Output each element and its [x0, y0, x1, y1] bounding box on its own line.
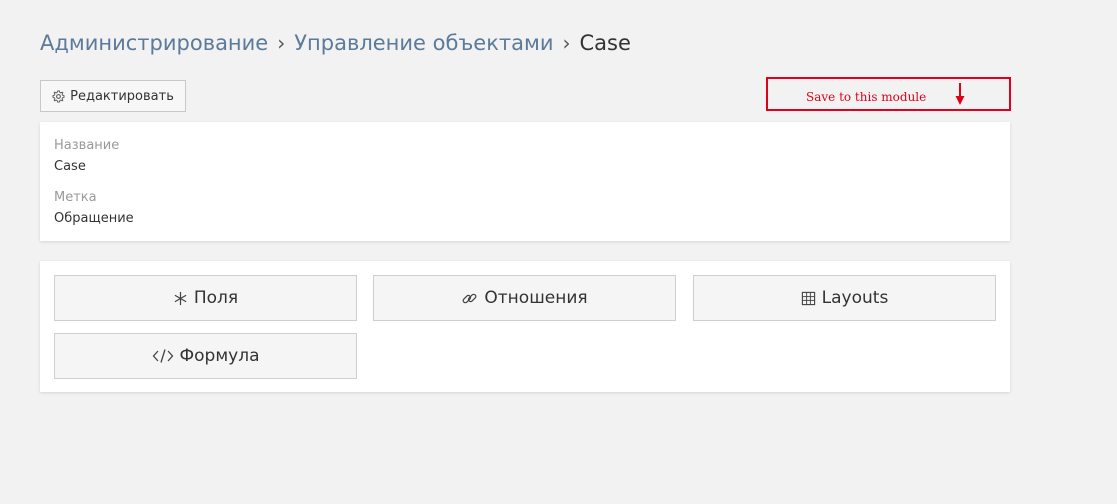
breadcrumb-link-administration[interactable]: Администрирование [40, 29, 268, 57]
relationships-button[interactable]: Отношения [373, 275, 676, 321]
annotation-text: Save to this module [806, 90, 927, 104]
fields-button-label: Поля [193, 288, 239, 308]
details-panel: Название Case Метка Обращение [40, 122, 1010, 241]
breadcrumb-current: Case [579, 31, 631, 55]
link-icon [461, 290, 478, 307]
breadcrumb-separator: › [277, 31, 286, 55]
gear-icon [52, 90, 65, 102]
formula-button[interactable]: Формула [54, 333, 357, 379]
breadcrumb-separator: › [562, 31, 571, 55]
edit-button[interactable]: Редактировать [40, 80, 186, 112]
relationships-button-label: Отношения [484, 288, 588, 308]
code-icon [152, 348, 174, 364]
edit-button-label: Редактировать [70, 88, 174, 104]
annotation-box: Save to this module [766, 77, 1011, 111]
fields-button[interactable]: Поля [54, 275, 357, 321]
field-value-label: Обращение [54, 211, 134, 226]
field-label-label: Метка [54, 190, 97, 205]
layouts-button[interactable]: Layouts [693, 275, 996, 321]
layouts-button-label: Layouts [821, 288, 889, 308]
asterisk-icon [173, 291, 188, 306]
arrow-down-icon [955, 83, 965, 105]
actions-panel: Поля Отношения Layouts Формула [40, 261, 1010, 392]
field-value-name: Case [54, 159, 86, 174]
field-label-name: Название [54, 138, 120, 153]
breadcrumb-link-entity-manager[interactable]: Управление объектами [294, 29, 553, 57]
grid-icon [801, 291, 816, 306]
breadcrumb: Администрирование › Управление объектами… [40, 29, 631, 57]
formula-button-label: Формула [179, 346, 260, 366]
